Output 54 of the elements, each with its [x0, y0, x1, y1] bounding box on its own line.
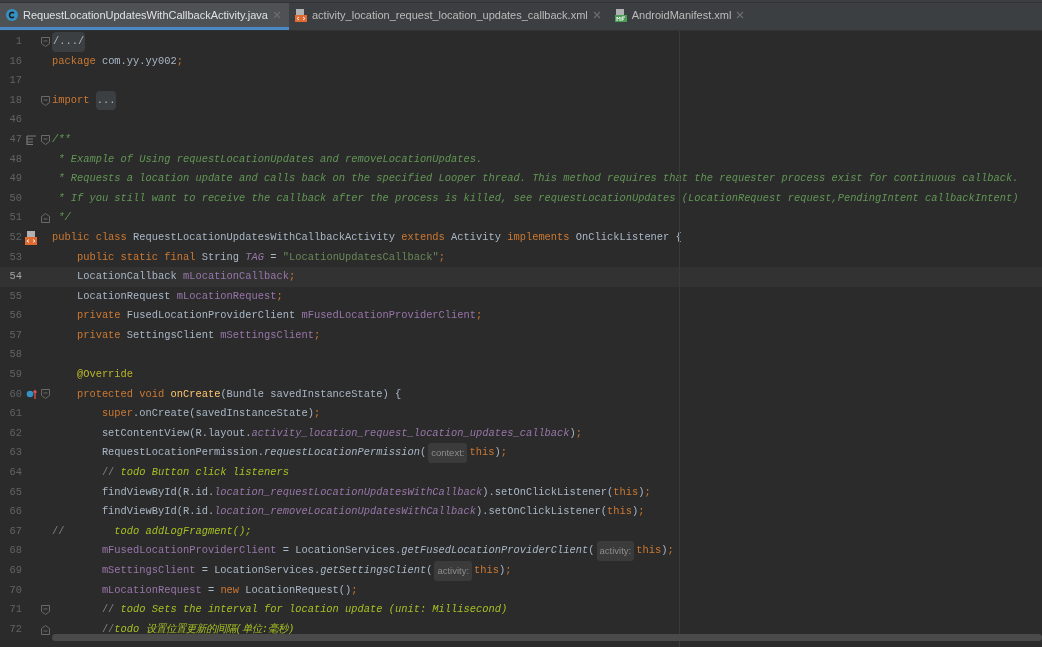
close-icon[interactable] — [736, 11, 745, 19]
line-number: 67 — [9, 523, 22, 539]
close-icon[interactable] — [273, 11, 281, 19]
code-line: public static final String TAG = "LocationUpdatesCallback"; — [75, 249, 445, 265]
code-line: @Override — [75, 367, 134, 383]
code-line: //todo 设置位置更新的间隔(单位:毫秒) — [100, 621, 295, 637]
code-line: protected void onCreate(Bundle savedInstanceState) { — [75, 386, 402, 402]
fold-icon[interactable] — [40, 134, 50, 145]
fold-icon[interactable] — [40, 389, 50, 400]
fold-icon[interactable] — [40, 95, 50, 106]
line-number: 47 — [9, 131, 22, 147]
code-line: LocationRequest mLocationRequest; — [75, 288, 283, 304]
override-icon[interactable] — [25, 389, 37, 400]
code-line: LocationCallback mLocationCallback; — [75, 269, 296, 285]
code-line: mLocationRequest = new LocationRequest(); — [100, 582, 358, 598]
class-file-icon — [6, 9, 18, 21]
layout-file-icon[interactable] — [25, 230, 37, 245]
line-number: 54 — [9, 269, 22, 285]
code-line: super.onCreate(savedInstanceState); — [100, 406, 321, 422]
file-tab[interactable]: RequestLocationUpdatesWithCallbackActivity.java — [0, 3, 289, 30]
code-line: findViewById(R.id.location_requestLocationUpdatesWithCallback).setOnClickListener(this); — [100, 484, 651, 500]
code-line: */ — [57, 210, 71, 226]
line-number: 64 — [9, 465, 22, 481]
code-line: private SettingsClient mSettingsClient; — [75, 327, 321, 343]
line-number: 48 — [9, 151, 22, 167]
code-line: findViewById(R.id.location_removeLocationUpdatesWithCallback).setOnClickListener(this); — [100, 504, 645, 520]
lines-icon[interactable] — [25, 134, 37, 145]
code-line: /** — [52, 131, 71, 147]
line-number: 53 — [9, 249, 22, 265]
code-line: // todo addLogFragment(); — [52, 523, 252, 539]
code-line: * Example of Using requestLocationUpdates and removeLocationUpdates. — [57, 151, 483, 167]
fold-icon[interactable] — [40, 213, 50, 224]
fold-icon[interactable] — [40, 624, 50, 635]
line-number: 57 — [9, 327, 22, 343]
fold-icon[interactable] — [40, 605, 50, 615]
code-line: package com.yy.yy002; — [52, 53, 183, 69]
code-line: // todo Button click listeners — [100, 465, 289, 481]
code-line: RequestLocationPermission.requestLocationPermission( context: this); — [52, 443, 507, 464]
manifest-file-icon — [614, 8, 627, 22]
line-number: 17 — [9, 73, 22, 89]
line-number: 63 — [9, 445, 22, 461]
code-line: import ... — [52, 90, 117, 111]
code-line: private FusedLocationProviderClient mFusedLocationProviderClient; — [75, 308, 483, 324]
fold-icon[interactable] — [40, 36, 50, 47]
close-icon[interactable] — [592, 11, 601, 19]
line-number: 49 — [9, 171, 22, 187]
layout-file-icon — [295, 8, 307, 22]
code-line: mFusedLocationProviderClient = LocationServices.getFusedLocationProviderClient( activity: this); — [52, 541, 674, 562]
code-line: * If you still want to receive the callback after the process is killed, see requestLocationUpdates (LocationRequest request,PendingIntent callbackIntent) — [57, 190, 1019, 206]
line-number: 46 — [9, 112, 22, 128]
horizontal-scrollbar[interactable] — [52, 634, 1042, 641]
code-line: mSettingsClient = LocationServices.getSettingsClient( activity: this); — [52, 561, 512, 581]
code-line: setContentView(R.layout.activity_location_request_location_updates_callback); — [100, 425, 583, 441]
code-line: // todo Sets the interval for location update (unit: Millisecond) — [100, 602, 508, 618]
